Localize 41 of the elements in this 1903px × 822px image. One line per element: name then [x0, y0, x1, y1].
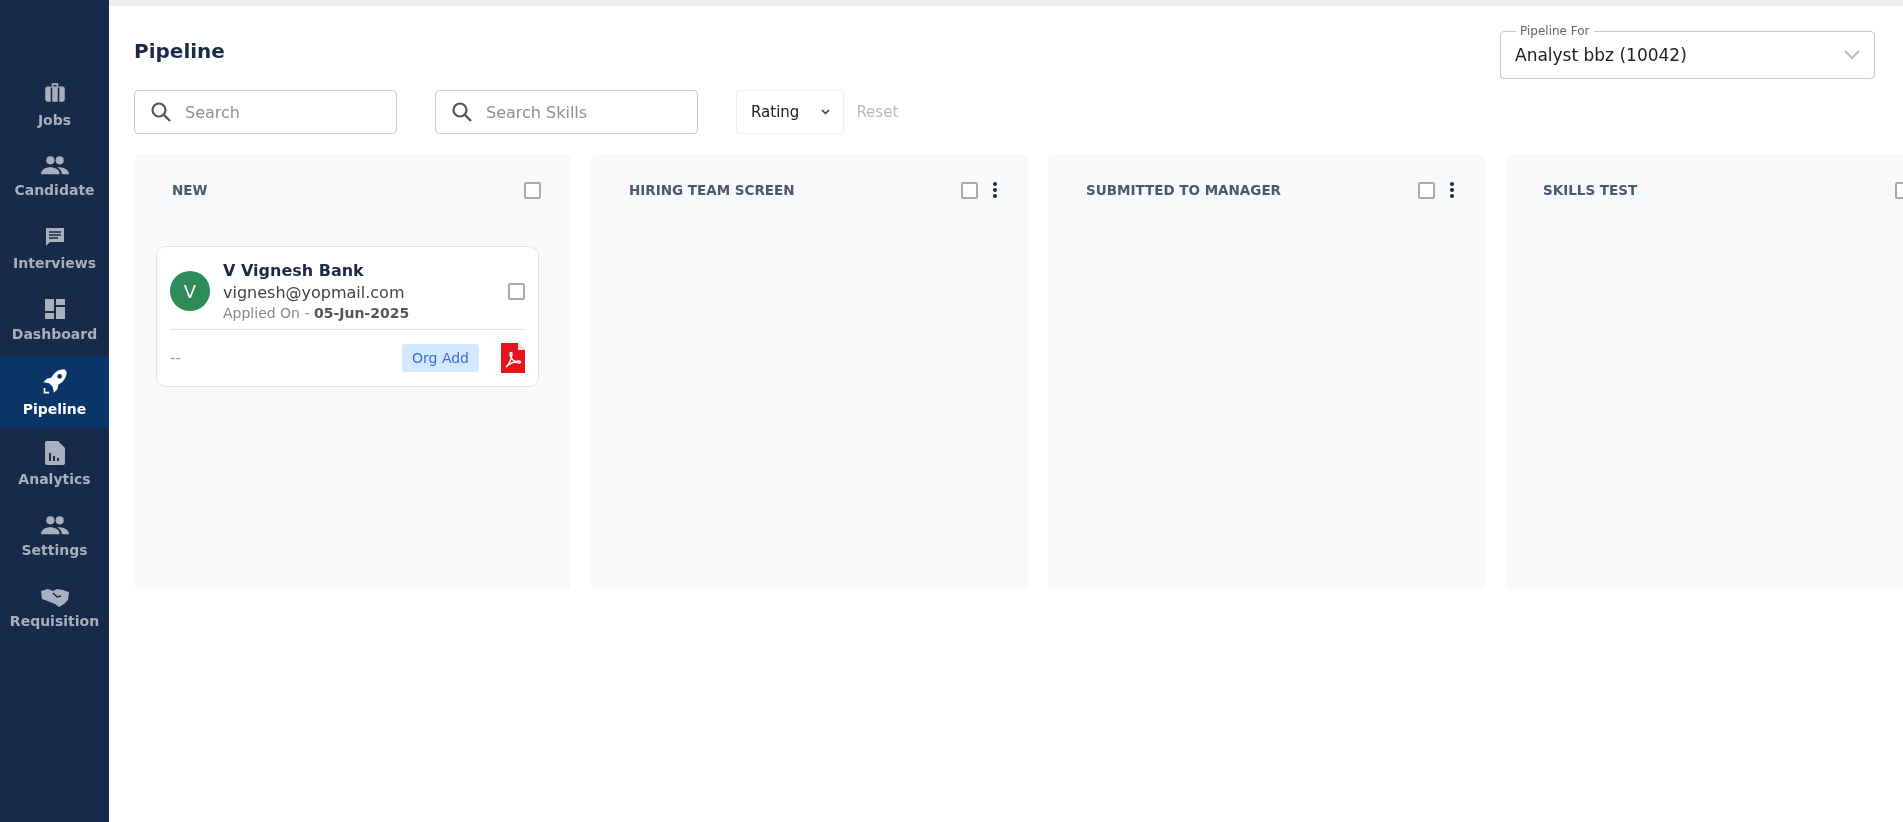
- applied-date: Applied On - 05-Jun-2025: [223, 305, 411, 321]
- field-label: Pipeline For: [1516, 23, 1594, 39]
- column-title: SKILLS TEST: [1543, 182, 1638, 198]
- pdf-icon[interactable]: [501, 343, 525, 373]
- search-icon: [451, 101, 473, 123]
- search-icon: [150, 101, 172, 123]
- caret-icon: [821, 109, 831, 115]
- column-title: HIRING TEAM SCREEN: [629, 182, 795, 198]
- column-title: SUBMITTED TO MANAGER: [1086, 182, 1281, 198]
- rating-text: --: [170, 349, 182, 367]
- sidebar-item[interactable]: Candidate: [0, 140, 109, 212]
- candidate-email: vignesh@yopmail.com: [223, 283, 406, 302]
- more-vertical-icon[interactable]: [1449, 181, 1455, 199]
- checkbox[interactable]: [508, 282, 525, 300]
- search-skills-field[interactable]: Search Skills: [435, 90, 698, 134]
- people-icon: [40, 154, 69, 176]
- select-value: Analyst bbz (10042): [1515, 45, 1687, 65]
- candidate-name: V Vignesh Bank: [223, 261, 365, 280]
- sidebar-item[interactable]: Pipeline: [0, 356, 109, 428]
- sidebar-item[interactable]: Dashboard: [0, 284, 109, 356]
- people-icon: [40, 514, 69, 536]
- avatar: V: [170, 271, 210, 311]
- checkbox[interactable]: [961, 181, 978, 199]
- rating-dropdown[interactable]: Rating: [736, 90, 845, 134]
- checkbox[interactable]: [1418, 181, 1435, 199]
- source-tag: Org Add: [402, 344, 479, 372]
- more-vertical-icon[interactable]: [992, 181, 998, 199]
- search-field[interactable]: Search: [134, 90, 397, 134]
- report-icon: [44, 441, 65, 465]
- candidate-card[interactable]: V V Vignesh Bank vignesh@yopmail.com Applied On - 05-Jun-2025 -- Org Add: [156, 246, 539, 387]
- sidebar-item[interactable]: Requisition: [0, 572, 109, 644]
- column-title: NEW: [172, 182, 208, 198]
- checkbox[interactable]: [524, 181, 541, 199]
- sidebar-item[interactable]: Jobs: [0, 68, 109, 140]
- sidebar-item[interactable]: Interviews: [0, 212, 109, 284]
- dashboard-icon: [43, 298, 66, 320]
- page-title: Pipeline: [134, 39, 225, 63]
- sidebar-item[interactable]: Settings: [0, 500, 109, 572]
- handshake-icon: [40, 587, 69, 607]
- chevron-down-icon: [1844, 50, 1860, 60]
- sidebar-item[interactable]: Analytics: [0, 428, 109, 500]
